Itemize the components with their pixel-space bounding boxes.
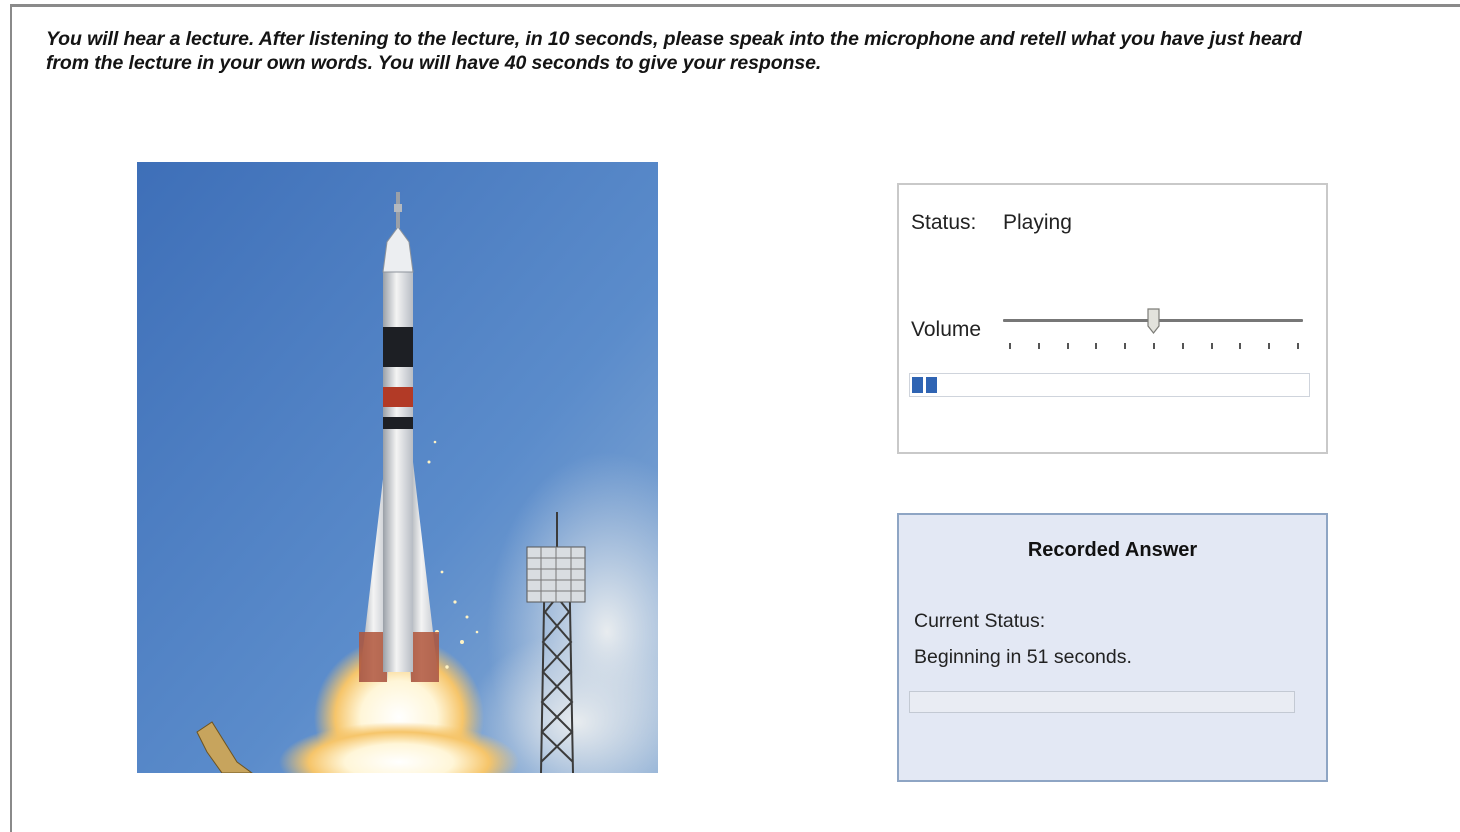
playback-status: Playing xyxy=(1003,211,1072,234)
volume-tick xyxy=(1153,343,1155,349)
current-status-label: Current Status: xyxy=(914,610,1046,632)
audio-player-panel: Status: Playing Volume xyxy=(897,183,1328,454)
volume-tick xyxy=(1067,343,1069,349)
volume-slider-thumb[interactable] xyxy=(1147,308,1160,334)
recording-progress-bar xyxy=(909,691,1295,713)
volume-tick xyxy=(1009,343,1011,349)
volume-tick xyxy=(1211,343,1213,349)
volume-label: Volume xyxy=(911,318,982,341)
playback-progress-bar xyxy=(909,373,1310,397)
instructions-line-1: You will hear a lecture. After listening… xyxy=(46,28,1302,50)
playback-progress-fill xyxy=(912,377,940,393)
volume-tick xyxy=(1182,343,1184,349)
volume-tick xyxy=(1268,343,1270,349)
status-label: Status: xyxy=(911,211,977,234)
task-instructions: You will hear a lecture. After listening… xyxy=(46,27,1446,75)
volume-slider[interactable] xyxy=(1003,305,1305,351)
recorded-answer-title: Recorded Answer xyxy=(1027,539,1198,561)
volume-tick xyxy=(1297,343,1299,349)
volume-tick-marks xyxy=(1003,343,1303,349)
volume-tick xyxy=(1095,343,1097,349)
volume-tick xyxy=(1239,343,1241,349)
recorded-answer-panel: Recorded Answer Current Status: Beginnin… xyxy=(897,513,1328,782)
recording-countdown: Beginning in 51 seconds. xyxy=(914,646,1132,668)
instructions-line-2: from the lecture in your own words. You … xyxy=(46,52,822,74)
volume-tick xyxy=(1038,343,1040,349)
rocket-launch-image xyxy=(137,162,658,773)
volume-tick xyxy=(1124,343,1126,349)
